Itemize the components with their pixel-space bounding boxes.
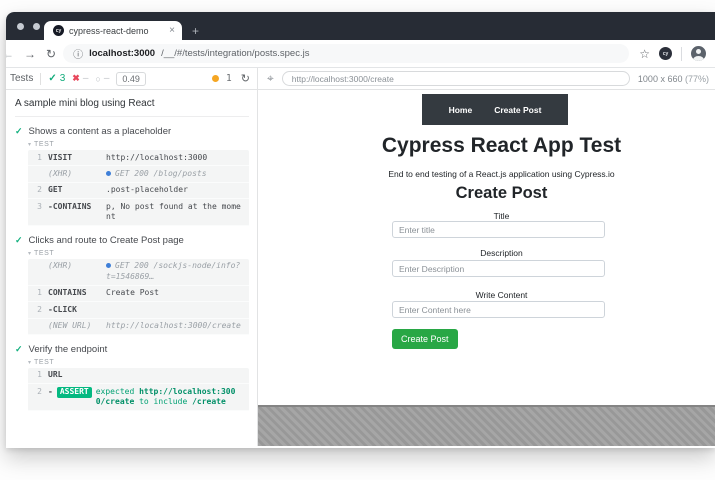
command-row[interactable]: 2 GET .post-placeholder [28,183,249,199]
app-navbar: Home Create Post [422,94,568,125]
test-passed-icon: ✓ [15,344,23,355]
command-log: (XHR) GET 200 /sockjs-node/info?t=154686… [28,259,249,335]
passed-check-icon: ✓ [48,73,56,84]
bookmark-star-icon[interactable]: ☆ [639,47,650,61]
aut-url[interactable]: http://localhost:3000/create [282,71,630,86]
assert-badge: ASSERT [57,387,92,398]
command-log: 1 VISIT http://localhost:3000 (XHR) GET … [28,150,249,226]
profile-avatar-icon[interactable] [691,46,706,61]
test-section-toggle[interactable]: ▾ TEST [28,250,249,257]
extension-icon[interactable]: cy [659,47,672,60]
assert-message: expected http://localhost:3000/create to… [96,387,244,408]
runner-empty-stripes [258,405,715,446]
test-item: ✓ Verify the endpoint ▾ TEST 1 URL [15,344,249,411]
aut-iframe: Home Create Post Cypress React App Test … [258,90,715,446]
test-item: ✓ Clicks and route to Create Post page ▾… [15,235,249,335]
browser-tab[interactable]: cy cypress-react-demo × [44,21,182,40]
command-row[interactable]: 1 URL [28,368,249,384]
aut-panel: Home Create Post Cypress React App Test … [258,90,715,446]
running-indicator-icon [212,75,219,82]
command-log: 1 URL 2 - ASSERT expected http://localho… [28,368,249,411]
test-item: ✓ Shows a content as a placeholder ▾ TES… [15,126,249,226]
create-post-button[interactable]: Create Post [392,329,458,349]
browser-toolbar: ← → ↻ ⓘ localhost:3000 /__/#/tests/integr… [6,40,715,68]
new-url-row[interactable]: (NEW URL) http://localhost:3000/create [28,319,249,335]
nav-link-home[interactable]: Home [449,105,473,115]
desktop: cy cypress-react-demo × + ← → ↻ ⓘ localh… [0,0,715,480]
back-icon[interactable]: ← [6,48,19,60]
forward-icon[interactable]: → [19,48,41,60]
test-passed-icon: ✓ [15,126,23,137]
test-section-toggle[interactable]: ▾ TEST [28,141,249,148]
window-control-dot[interactable] [33,23,40,30]
nav-link-create-post[interactable]: Create Post [494,105,541,115]
page-info-icon[interactable]: ⓘ [73,46,83,61]
reporter-header: Tests ✓ 3 ✖ – ○ – 0.49 1 ↻ [6,68,258,89]
content-input[interactable] [392,301,605,318]
header-divider [40,73,41,85]
suite-title[interactable]: A sample mini blog using React [15,98,249,117]
app-subtitle: End to end testing of a React.js applica… [258,169,715,179]
selector-playground-icon[interactable]: ⌖ [267,71,274,86]
form-title: Create Post [258,184,715,203]
address-bar[interactable]: ⓘ localhost:3000 /__/#/tests/integration/… [63,44,629,63]
field-label-content: Write Content [258,290,715,300]
app-title: Cypress React App Test [258,134,715,158]
caret-down-icon: ▾ [28,359,31,366]
toolbar-divider [681,47,682,61]
xhr-dot-icon [106,263,111,268]
url-host: localhost:3000 [89,48,155,59]
test-title-row[interactable]: ✓ Shows a content as a placeholder [15,126,249,137]
xhr-dot-icon [106,171,111,176]
run-duration: 0.49 [116,72,146,86]
xhr-row[interactable]: (XHR) GET 200 /blog/posts [28,166,249,182]
url-path: /__/#/tests/integration/posts.spec.js [161,48,309,59]
rerun-tests-icon[interactable]: ↻ [241,72,250,85]
stat-passed[interactable]: ✓ 3 [48,73,65,84]
assert-row[interactable]: 2 - ASSERT expected http://localhost:300… [28,384,249,411]
failed-cross-icon: ✖ [72,73,80,84]
title-input[interactable] [392,221,605,238]
caret-down-icon: ▾ [28,250,31,257]
stat-failed[interactable]: ✖ – [72,73,88,84]
new-tab-button[interactable]: + [192,25,199,37]
window-control-dot[interactable] [17,23,24,30]
field-label-description: Description [258,248,715,258]
tab-close-icon[interactable]: × [169,25,175,36]
test-section-toggle[interactable]: ▾ TEST [28,359,249,366]
browser-window: cy cypress-react-demo × + ← → ↻ ⓘ localh… [6,12,715,448]
xhr-row[interactable]: (XHR) GET 200 /sockjs-node/info?t=154686… [28,259,249,286]
description-input[interactable] [392,260,605,277]
field-label-title: Title [258,211,715,221]
runner-body: A sample mini blog using React ✓ Shows a… [6,90,715,446]
stat-pending[interactable]: ○ – [95,73,109,84]
test-passed-icon: ✓ [15,235,23,246]
window-controls [17,23,40,30]
cypress-favicon-icon: cy [53,25,64,36]
browser-tab-strip: cy cypress-react-demo × + [6,12,715,40]
tab-title: cypress-react-demo [69,26,164,36]
command-row[interactable]: 1 VISIT http://localhost:3000 [28,150,249,166]
test-title-row[interactable]: ✓ Clicks and route to Create Post page [15,235,249,246]
command-log-sidebar: A sample mini blog using React ✓ Shows a… [6,90,258,446]
reload-icon[interactable]: ↻ [41,48,61,60]
test-title-row[interactable]: ✓ Verify the endpoint [15,344,249,355]
command-row[interactable]: 1 CONTAINS Create Post [28,286,249,302]
running-count: 1 [226,73,232,84]
viewport-size: 1000 x 660 (77%) [638,74,709,84]
cypress-runner-header: Tests ✓ 3 ✖ – ○ – 0.49 1 ↻ [6,68,715,90]
toolbar-right-icons: ☆ cy [639,46,706,61]
tests-menu-button[interactable]: Tests [10,73,33,84]
pending-circle-icon: ○ [95,74,100,84]
command-row[interactable]: 3 -CONTAINS p, No post found at the mome… [28,199,249,226]
caret-down-icon: ▾ [28,141,31,148]
aut-header: ⌖ http://localhost:3000/create 1000 x 66… [258,68,715,89]
command-row[interactable]: 2 -CLICK [28,302,249,318]
